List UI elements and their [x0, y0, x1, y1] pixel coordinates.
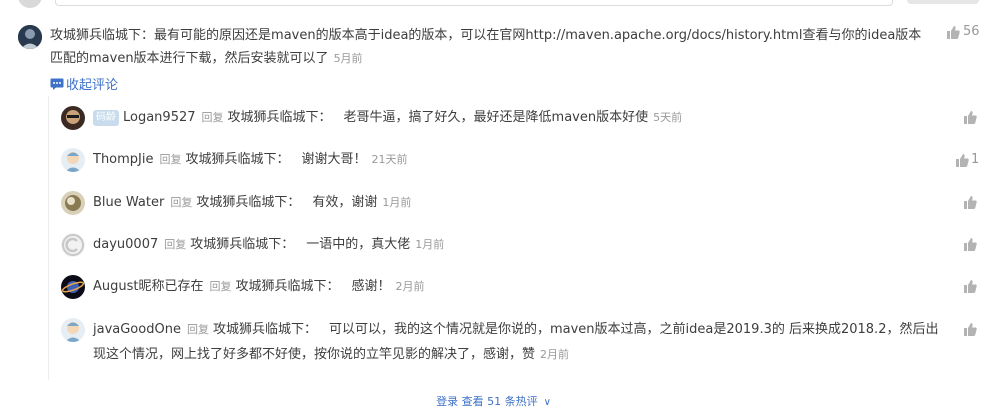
load-more-link[interactable]: 登录 查看 51 条热评 ∨	[0, 393, 987, 407]
list-item: Blue Water 回复 攻城狮兵临城下： 有效，谢谢 1月前	[49, 191, 987, 215]
like-count: 56	[963, 24, 980, 39]
collapse-label: 收起评论	[66, 78, 119, 93]
thumbs-up-icon	[964, 323, 977, 336]
author-colon: ：	[141, 28, 155, 43]
reply-username[interactable]: Blue Water	[93, 195, 164, 210]
reply-text: 有效，谢谢	[312, 195, 378, 210]
chevron-down-icon: ∨	[543, 397, 551, 407]
comment-icon	[50, 78, 64, 90]
comment-time: 5月前	[333, 52, 363, 65]
reply-tag: 回复	[209, 280, 232, 293]
reply-tag: 回复	[186, 323, 209, 336]
reply-username[interactable]: dayu0007	[93, 237, 158, 252]
avatar[interactable]	[61, 191, 85, 215]
reply-time: 1月前	[415, 238, 445, 251]
thumbs-up-icon	[947, 25, 960, 39]
like-button[interactable]: 56	[946, 24, 980, 39]
like-button[interactable]	[963, 322, 979, 336]
thumbs-up-icon	[964, 238, 977, 251]
avatar[interactable]	[61, 233, 85, 257]
thumbs-up-icon	[956, 153, 969, 167]
reply-target[interactable]: 攻城狮兵临城下：	[236, 279, 340, 294]
reply-target[interactable]: 攻城狮兵临城下：	[186, 152, 290, 167]
comment-body: 最有可能的原因还是maven的版本高于idea的版本，可以在官网http://m…	[50, 28, 922, 66]
reply-username[interactable]: javaGoodOne	[93, 322, 181, 337]
list-item: javaGoodOne 回复 攻城狮兵临城下： 可以可以，我的这个情况就是你说的，ma…	[49, 318, 987, 362]
comment-author[interactable]: 攻城狮兵临城下	[50, 28, 141, 43]
thumbs-up-icon	[964, 280, 977, 293]
reply-line: August昵称已存在 回复 攻城狮兵临城下： 感谢！ 2月前	[93, 277, 425, 297]
main-comment-text: 攻城狮兵临城下：最有可能的原因还是maven的版本高于idea的版本，可以在官网…	[50, 24, 930, 70]
reply-target[interactable]: 攻城狮兵临城下：	[213, 322, 317, 337]
reply-time: 21天前	[371, 153, 408, 166]
avatar[interactable]	[61, 148, 85, 172]
reply-username[interactable]: Logan9527	[123, 110, 196, 125]
load-more-label: 登录 查看 51 条热评	[436, 395, 538, 407]
reply-username[interactable]: August昵称已存在	[93, 279, 204, 294]
thumbs-up-icon	[964, 196, 977, 209]
avatar[interactable]	[18, 25, 42, 49]
like-count: 1	[971, 152, 980, 167]
reply-time: 2月前	[395, 280, 425, 293]
like-button[interactable]: 1	[955, 152, 979, 167]
reply-time: 5天前	[653, 111, 683, 124]
comment-thread: 攻城狮兵临城下：最有可能的原因还是maven的版本高于idea的版本，可以在官网…	[0, 0, 987, 407]
collapse-comments-link[interactable]: 收起评论	[50, 74, 118, 93]
avatar[interactable]	[61, 106, 85, 130]
like-button[interactable]	[963, 195, 979, 209]
reply-text: 感谢！	[351, 279, 391, 294]
reply-username[interactable]: ThompJie	[93, 152, 154, 167]
reply-tag: 回复	[170, 196, 193, 209]
reply-line: dayu0007 回复 攻城狮兵临城下： 一语中的，真大佬 1月前	[93, 235, 444, 255]
like-button[interactable]	[963, 110, 979, 124]
reply-line: javaGoodOne 回复 攻城狮兵临城下： 可以可以，我的这个情况就是你说的，ma…	[93, 317, 943, 367]
reply-line: Blue Water 回复 攻城狮兵临城下： 有效，谢谢 1月前	[93, 193, 411, 213]
thumbs-up-icon	[964, 111, 977, 124]
avatar[interactable]	[61, 318, 85, 342]
reply-line: 码龄 Logan9527 回复 攻城狮兵临城下： 老哥牛逼，搞了好久，最好还是降低mav…	[93, 108, 682, 128]
reply-tag: 回复	[201, 111, 224, 124]
reply-line: ThompJie 回复 攻城狮兵临城下： 谢谢大哥！ 21天前	[93, 150, 408, 170]
list-item: August昵称已存在 回复 攻城狮兵临城下： 感谢！ 2月前	[49, 275, 987, 299]
reply-target[interactable]: 攻城狮兵临城下：	[196, 195, 300, 210]
reply-text: 老哥牛逼，搞了好久，最好还是降低maven版本好使	[343, 110, 649, 125]
like-button[interactable]	[963, 279, 979, 293]
reply-target[interactable]: 攻城狮兵临城下：	[190, 237, 294, 252]
level-badge: 码龄	[93, 110, 119, 126]
list-item: 码龄 Logan9527 回复 攻城狮兵临城下： 老哥牛逼，搞了好久，最好还是降低mav…	[49, 106, 987, 130]
reply-time: 1月前	[382, 196, 412, 209]
avatar[interactable]	[61, 275, 85, 299]
reply-tag: 回复	[164, 238, 187, 251]
reply-text: 一语中的，真大佬	[306, 237, 411, 252]
like-button[interactable]	[963, 237, 979, 251]
list-item: dayu0007 回复 攻城狮兵临城下： 一语中的，真大佬 1月前	[49, 233, 987, 257]
list-item: ThompJie 回复 攻城狮兵临城下： 谢谢大哥！ 21天前 1	[49, 148, 987, 172]
reply-target[interactable]: 攻城狮兵临城下：	[228, 110, 332, 125]
reply-tag: 回复	[159, 153, 182, 166]
replies-list: 码龄 Logan9527 回复 攻城狮兵临城下： 老哥牛逼，搞了好久，最好还是降低mav…	[48, 96, 987, 380]
reply-time: 2月前	[540, 348, 570, 361]
reply-text: 谢谢大哥！	[301, 152, 367, 167]
